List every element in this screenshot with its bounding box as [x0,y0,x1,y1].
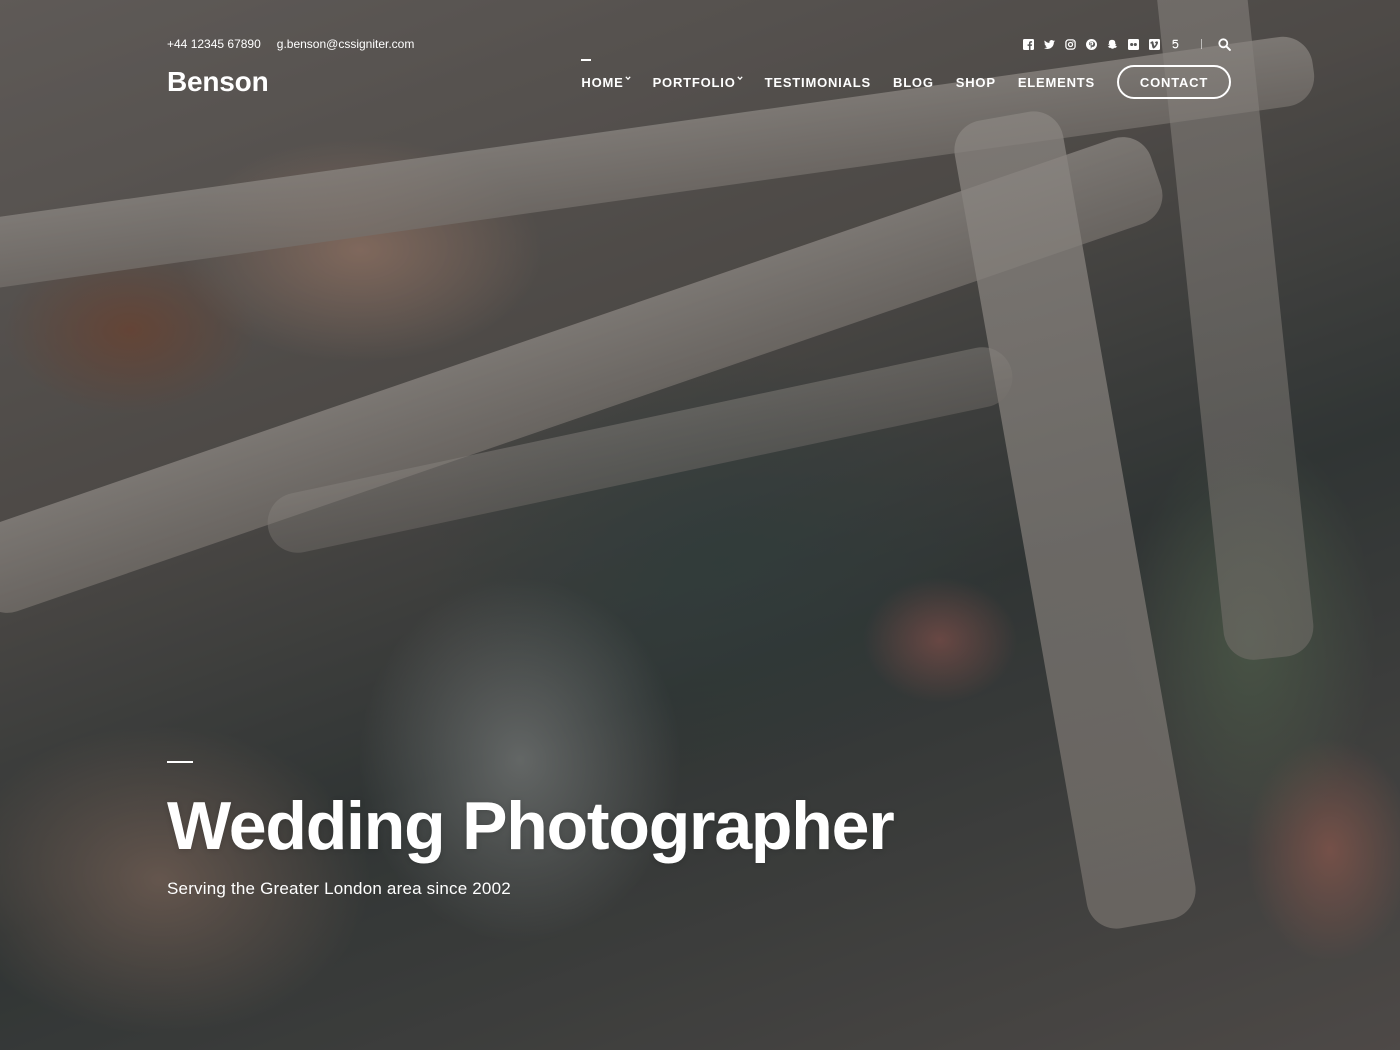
social-links [1022,38,1181,50]
main-navigation: HOME PORTFOLIO TESTIMONIALS BLOG SHOP EL… [581,58,1231,99]
nav-item-elements[interactable]: ELEMENTS [1018,75,1095,90]
facebook-icon[interactable] [1022,38,1034,50]
instagram-icon[interactable] [1064,38,1076,50]
pinterest-icon[interactable] [1085,38,1097,50]
nav-item-blog[interactable]: BLOG [893,75,934,90]
nav-item-label: SHOP [955,74,996,90]
top-bar: +44 12345 67890 g.benson@cssigniter.com [167,34,1231,54]
snapchat-icon[interactable] [1106,38,1118,50]
hero-subtitle: Serving the Greater London area since 20… [167,879,511,898]
contact-button[interactable]: CONTACT [1117,65,1231,99]
nav-item-home[interactable]: HOME [581,58,631,90]
title-accent-line [167,761,193,763]
site-header: Benson HOME PORTFOLIO TESTIMONIALS BLOG … [167,58,1231,100]
500px-icon[interactable] [1169,38,1181,50]
top-bar-divider [1201,39,1202,49]
twitter-icon[interactable] [1043,38,1055,50]
hero-content: Wedding Photographer Serving the Greater… [167,761,1231,899]
phone-number[interactable]: +44 12345 67890 [167,37,261,51]
nav-item-testimonials[interactable]: TESTIMONIALS [765,75,871,90]
flickr-icon[interactable] [1127,38,1139,50]
search-icon[interactable] [1218,37,1231,51]
nav-item-label: ELEMENTS [1017,74,1095,90]
nav-item-shop[interactable]: SHOP [956,75,996,90]
chevron-down-icon [624,75,631,81]
nav-item-label: PORTFOLIO [652,74,736,90]
vimeo-icon[interactable] [1148,38,1160,50]
hero-section: +44 12345 67890 g.benson@cssigniter.com [0,0,1400,1050]
email-address[interactable]: g.benson@cssigniter.com [277,37,415,51]
top-bar-actions [1022,37,1231,51]
nav-item-label: HOME [581,74,624,90]
chevron-down-icon [736,75,743,81]
hero-title: Wedding Photographer [167,788,895,864]
contact-info: +44 12345 67890 g.benson@cssigniter.com [167,37,414,51]
nav-item-label: BLOG [893,74,934,90]
nav-item-portfolio[interactable]: PORTFOLIO [653,75,743,90]
site-logo[interactable]: Benson [167,66,269,98]
nav-item-label: TESTIMONIALS [764,74,871,90]
